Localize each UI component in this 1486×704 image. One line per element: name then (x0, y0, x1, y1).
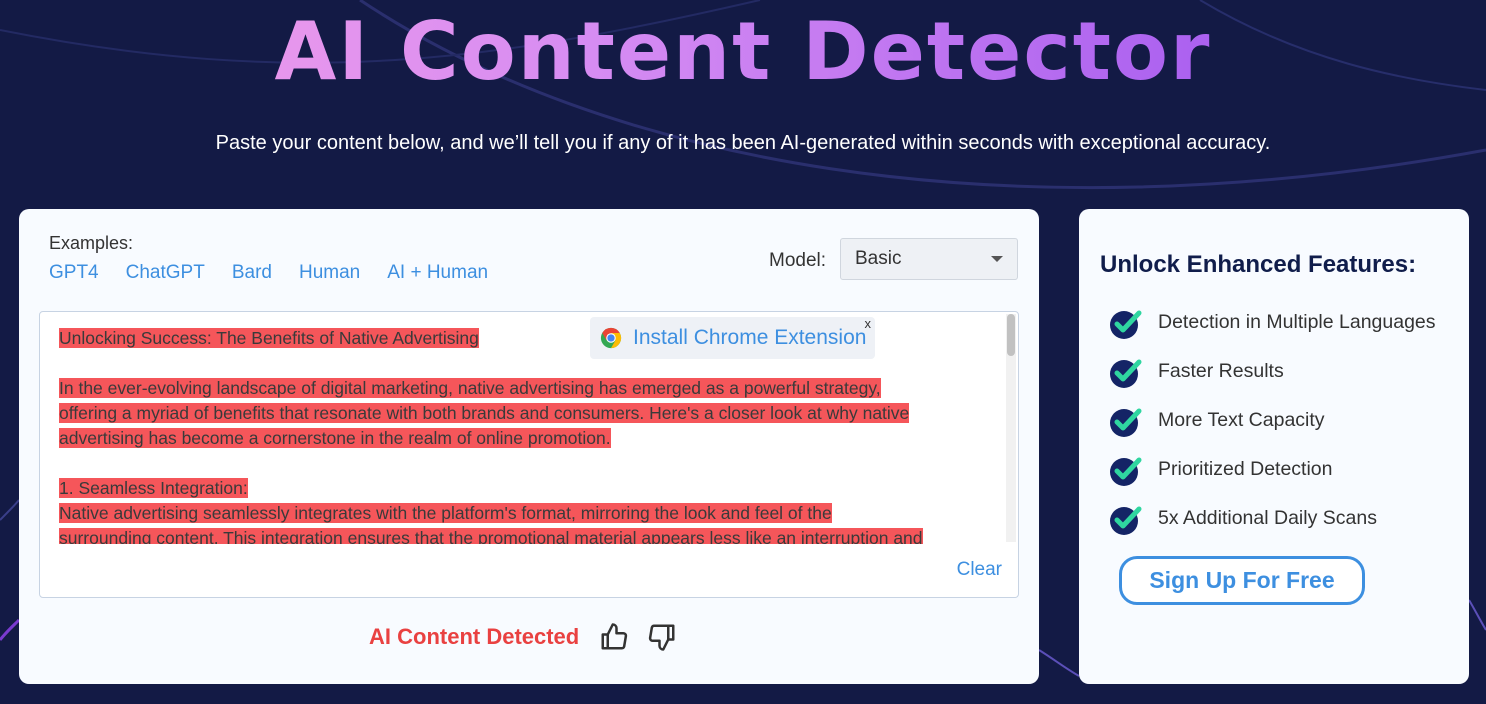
feature-text: Faster Results (1158, 360, 1284, 382)
feature-item: Detection in Multiple Languages (1108, 298, 1436, 347)
chevron-down-icon (991, 256, 1003, 262)
highlighted-line: In the ever-evolving landscape of digita… (59, 378, 881, 398)
highlighted-line: offering a myriad of benefits that reson… (59, 403, 910, 423)
feature-text: More Text Capacity (1158, 409, 1325, 431)
scrollbar-thumb[interactable] (1007, 314, 1015, 356)
check-circle-icon (1110, 359, 1142, 388)
features-card: Unlock Enhanced Features: Detection in M… (1079, 209, 1469, 684)
feature-item: More Text Capacity (1108, 396, 1436, 445)
highlighted-line: Native advertising seamlessly integrates… (59, 503, 832, 523)
install-extension-link[interactable]: Install Chrome Extension (633, 326, 866, 350)
content-textarea[interactable]: Unlocking Success: The Benefits of Nativ… (39, 311, 1019, 598)
chrome-icon (600, 327, 622, 349)
thumbs-up-icon[interactable] (599, 622, 629, 652)
highlighted-line: advertising has become a cornerstone in … (59, 428, 611, 448)
model-select[interactable]: Basic (840, 238, 1018, 280)
examples-label: Examples: (49, 233, 134, 253)
text-scrollbar[interactable] (1006, 314, 1016, 542)
features-title: Unlock Enhanced Features: (1100, 251, 1417, 278)
sign-up-button[interactable]: Sign Up For Free (1119, 556, 1365, 605)
content-paragraph: In the ever-evolving landscape of digita… (59, 376, 984, 451)
example-human-link[interactable]: Human (299, 262, 360, 284)
page-title: AI Content Detector (0, 4, 1486, 100)
feature-item: 5x Additional Daily Scans (1108, 494, 1436, 543)
feature-text: 5x Additional Daily Scans (1158, 507, 1377, 529)
check-circle-icon (1110, 457, 1142, 486)
highlighted-line: surrounding content. This integration en… (59, 528, 923, 544)
example-bard-link[interactable]: Bard (232, 262, 272, 284)
example-ai-human-link[interactable]: AI + Human (387, 262, 488, 284)
model-selected-value: Basic (855, 248, 902, 269)
install-extension-banner[interactable]: Install Chrome Extension x (590, 316, 875, 359)
detector-card: Examples: GPT4 ChatGPT Bard Human AI + H… (19, 209, 1039, 684)
result-row: AI Content Detected (369, 622, 677, 652)
highlighted-line: Unlocking Success: The Benefits of Nativ… (59, 328, 479, 348)
example-gpt4-link[interactable]: GPT4 (49, 262, 99, 284)
model-label: Model: (769, 250, 827, 271)
result-status: AI Content Detected (369, 624, 580, 649)
feature-text: Prioritized Detection (1158, 458, 1333, 480)
thumbs-down-icon[interactable] (647, 622, 677, 652)
feature-text: Detection in Multiple Languages (1158, 311, 1436, 333)
example-chatgpt-link[interactable]: ChatGPT (126, 262, 205, 284)
feature-item: Prioritized Detection (1108, 445, 1436, 494)
examples-links: GPT4 ChatGPT Bard Human AI + Human (49, 262, 488, 284)
check-circle-icon (1110, 506, 1142, 535)
check-circle-icon (1110, 408, 1142, 437)
features-list: Detection in Multiple Languages Faster R… (1108, 298, 1436, 543)
clear-button[interactable]: Clear (957, 559, 1002, 581)
content-paragraph: 1. Seamless Integration: Native advertis… (59, 476, 984, 544)
feature-item: Faster Results (1108, 347, 1436, 396)
close-icon[interactable]: x (865, 316, 872, 331)
highlighted-line: 1. Seamless Integration: (59, 478, 248, 498)
check-circle-icon (1110, 310, 1142, 339)
page-subtitle: Paste your content below, and we’ll tell… (215, 132, 1271, 154)
